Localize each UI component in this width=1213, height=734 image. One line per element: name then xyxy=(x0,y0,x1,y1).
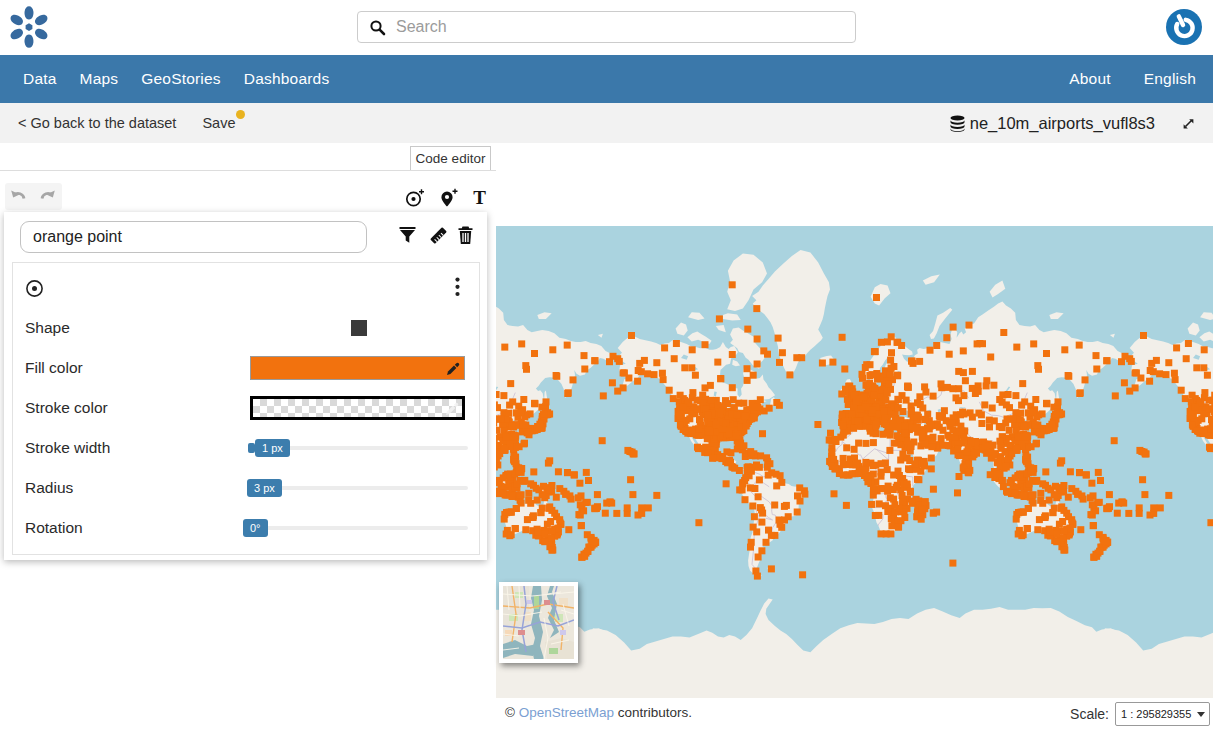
add-mark-rule-button[interactable] xyxy=(404,187,427,209)
search-box xyxy=(357,11,856,43)
radius-label: Radius xyxy=(25,479,73,497)
shape-value-swatch[interactable] xyxy=(351,320,367,336)
power-button[interactable] xyxy=(1166,9,1202,45)
stroke-width-slider[interactable]: 1 px xyxy=(251,446,468,450)
svg-text:T: T xyxy=(473,188,486,208)
undo-redo-group xyxy=(5,183,62,210)
filter-icon[interactable] xyxy=(398,225,417,245)
stroke-color-swatch[interactable] xyxy=(250,396,465,420)
background-selector-thumbnail[interactable] xyxy=(499,582,578,663)
code-editor-button[interactable]: Code editor xyxy=(410,146,491,171)
save-button[interactable]: Save xyxy=(202,115,235,131)
rotation-value[interactable]: 0° xyxy=(243,519,268,537)
openstreetmap-link[interactable]: OpenStreetMap xyxy=(519,705,614,720)
map-preview-area: © OpenStreetMap contributors. Scale: 1 :… xyxy=(496,143,1213,734)
rotation-slider[interactable]: 0° xyxy=(251,526,468,530)
add-text-rule-button[interactable]: T xyxy=(471,188,488,208)
rotation-label: Rotation xyxy=(25,519,83,537)
search-icon xyxy=(369,19,386,36)
rule-name-input[interactable] xyxy=(20,221,367,253)
map-footer: © OpenStreetMap contributors. Scale: 1 :… xyxy=(496,698,1213,734)
search-input[interactable] xyxy=(396,18,855,36)
radius-slider[interactable]: 3 px xyxy=(251,486,468,490)
add-icon-rule-button[interactable] xyxy=(439,187,460,209)
geonode-style-editor-page: Data Maps GeoStories Dashboards About En… xyxy=(0,0,1213,734)
fill-color-label: Fill color xyxy=(25,359,83,377)
redo-button[interactable] xyxy=(33,183,61,210)
shape-label: Shape xyxy=(25,319,70,337)
undo-button[interactable] xyxy=(5,183,33,210)
fill-color-swatch[interactable] xyxy=(250,356,465,380)
rotation-row: Rotation 0° xyxy=(25,508,467,548)
back-to-dataset-link[interactable]: < Go back to the dataset xyxy=(18,115,176,131)
fill-color-row: Fill color xyxy=(25,348,467,388)
map-canvas[interactable] xyxy=(496,226,1213,698)
radius-row: Radius 3 px xyxy=(25,468,467,508)
dataset-title: ne_10m_airports_vufl8s3 xyxy=(950,114,1155,133)
nav-item-language[interactable]: English xyxy=(1144,70,1196,88)
nav-item-geostories[interactable]: GeoStories xyxy=(141,70,221,88)
main-navbar: Data Maps GeoStories Dashboards About En… xyxy=(0,55,1213,103)
dataset-toolbar: < Go back to the dataset Save ne_10m_air… xyxy=(0,103,1213,143)
editor-divider xyxy=(0,170,497,171)
stroke-color-row: Stroke color xyxy=(25,388,467,428)
geonode-logo[interactable] xyxy=(8,5,50,49)
symbolizer-header-row xyxy=(25,275,467,305)
stroke-width-row: Stroke width 1 px xyxy=(25,428,467,468)
kebab-menu-icon[interactable] xyxy=(455,277,460,297)
stroke-width-value[interactable]: 1 px xyxy=(255,439,290,457)
point-symbolizer-icon xyxy=(25,279,44,298)
stroke-width-label: Stroke width xyxy=(25,439,110,457)
eyedropper-icon xyxy=(445,361,461,377)
expand-icon[interactable] xyxy=(1181,116,1196,131)
unsaved-changes-badge xyxy=(236,110,245,119)
header xyxy=(0,0,1213,55)
rule-header xyxy=(4,212,487,262)
eyedropper-icon xyxy=(444,401,460,417)
add-rule-toolbar: T xyxy=(404,185,488,211)
trash-icon[interactable] xyxy=(457,225,474,245)
ruler-icon[interactable] xyxy=(428,225,449,246)
logo-center xyxy=(26,23,33,31)
nav-item-maps[interactable]: Maps xyxy=(80,70,119,88)
nav-item-about[interactable]: About xyxy=(1069,70,1111,88)
database-icon xyxy=(950,115,965,132)
stroke-color-label: Stroke color xyxy=(25,399,108,417)
scale-select[interactable]: 1 : 295829355 xyxy=(1115,702,1210,726)
symbolizer-panel: Shape Fill color Stroke color xyxy=(12,262,480,555)
style-rule-card: Shape Fill color Stroke color xyxy=(4,212,487,560)
nav-item-data[interactable]: Data xyxy=(23,70,57,88)
nav-item-dashboards[interactable]: Dashboards xyxy=(244,70,330,88)
scale-label: Scale: xyxy=(1070,706,1109,722)
radius-value[interactable]: 3 px xyxy=(247,479,282,497)
map-attribution: © OpenStreetMap contributors. xyxy=(505,705,692,720)
shape-row: Shape xyxy=(25,308,467,348)
